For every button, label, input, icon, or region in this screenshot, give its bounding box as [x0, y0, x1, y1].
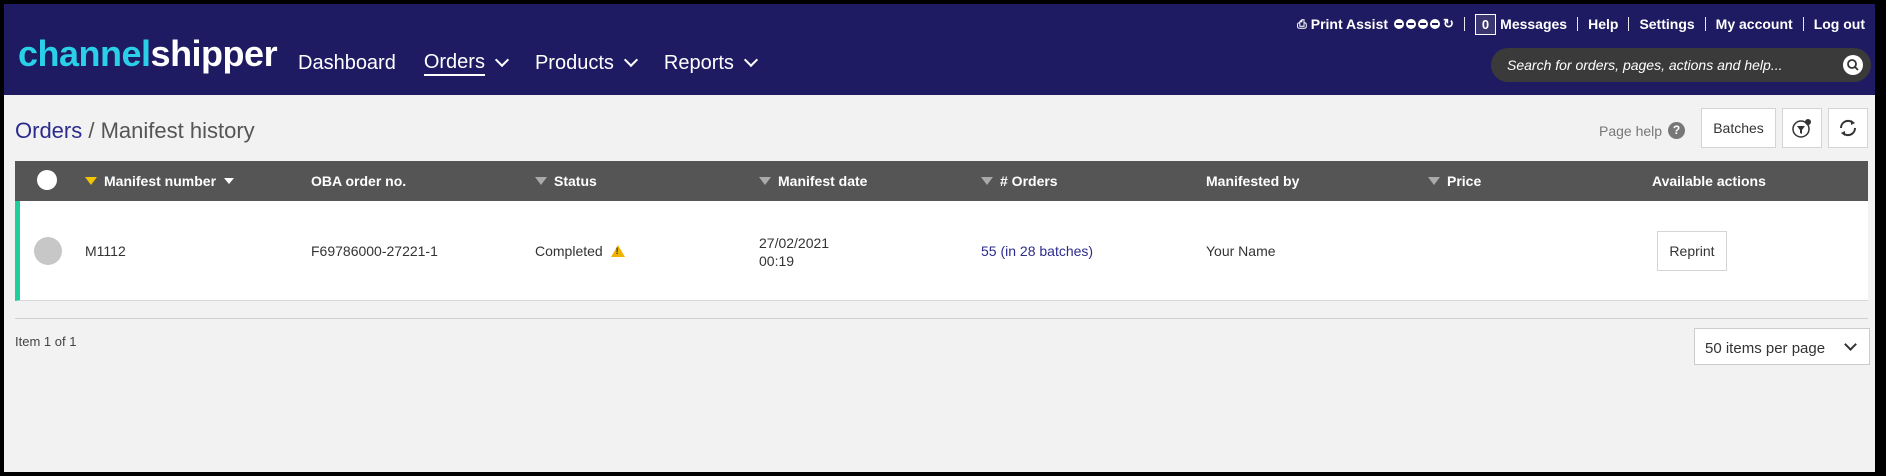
manifested-by: Your Name: [1206, 243, 1276, 259]
orders-count: 55 (in 28 batches): [981, 243, 1093, 259]
filter-icon[interactable]: [981, 177, 993, 185]
nav-reports-label: Reports: [663, 52, 734, 74]
reprint-button[interactable]: Reprint: [1657, 231, 1727, 271]
settings-link[interactable]: Settings: [1639, 16, 1694, 32]
filter-icon[interactable]: [1428, 177, 1440, 185]
chevron-down-icon: [494, 52, 510, 68]
divider: [1577, 17, 1579, 31]
column-label: Manifest date: [778, 173, 868, 189]
column-label: Price: [1447, 173, 1482, 189]
channelshipper-logo[interactable]: channelshipper: [18, 33, 278, 74]
refresh-button[interactable]: [1828, 108, 1868, 148]
column-label: Manifest number: [104, 173, 217, 189]
orders-count-text: 55 (in: [981, 243, 1020, 259]
pagination-summary: Item 1 of 1: [15, 334, 77, 349]
column-manifested-by[interactable]: Manifested by: [1206, 173, 1299, 189]
filter-active-icon[interactable]: [85, 177, 97, 185]
logo-text-shipper: shipper: [150, 33, 278, 74]
column-status[interactable]: Status: [535, 173, 597, 189]
help-link[interactable]: Help: [1588, 16, 1618, 32]
status-dot-icon: [1406, 19, 1417, 29]
global-search[interactable]: Search for orders, pages, actions and he…: [1491, 48, 1871, 82]
print-assist-link[interactable]: Print Assist: [1311, 16, 1388, 32]
reprint-button-label: Reprint: [1669, 243, 1715, 259]
divider: [1704, 17, 1706, 31]
page-help[interactable]: Page help ?: [1599, 122, 1686, 139]
logo-text-channel: channel: [18, 33, 151, 74]
print-assist-status: [1394, 19, 1441, 29]
print-icon: ⎙: [1297, 16, 1307, 31]
nav-products[interactable]: Products: [534, 50, 638, 76]
status-dot-icon: [1430, 19, 1441, 29]
manifest-date-time: 00:19: [759, 253, 795, 269]
top-navigation-bar: channelshipper Dashboard Orders Products…: [4, 4, 1875, 95]
refresh-icon: [1839, 119, 1857, 137]
column-label: Manifested by: [1206, 173, 1300, 189]
oba-order-no: F69786000-27221-1: [311, 243, 438, 259]
row-select-checkbox[interactable]: [34, 237, 62, 265]
nav-orders-label: Orders: [423, 50, 485, 76]
breadcrumb-orders-link[interactable]: Orders: [15, 118, 82, 143]
column-label: # Orders: [1000, 173, 1058, 189]
question-mark-icon: ?: [1668, 122, 1686, 139]
filter-icon[interactable]: [535, 177, 547, 185]
chevron-down-icon: [743, 52, 759, 68]
main-nav: Dashboard Orders Products Reports: [298, 50, 784, 76]
divider: [1628, 17, 1630, 31]
divider: [15, 318, 1868, 319]
column-manifest-date[interactable]: Manifest date: [759, 173, 867, 189]
column-label: Status: [554, 173, 597, 189]
status-dot-icon: [1394, 19, 1405, 29]
orders-batches-link[interactable]: 28 batches: [1020, 243, 1089, 259]
table-row[interactable]: M1112 F69786000-27221-1 Completed 27/02/…: [15, 201, 1868, 301]
items-per-page-value: 50 items per page: [1705, 340, 1826, 357]
nav-products-label: Products: [534, 52, 614, 74]
manifest-date: 27/02/2021 00:19: [759, 234, 829, 270]
breadcrumb-separator: /: [82, 118, 101, 143]
filter-settings-button[interactable]: [1782, 108, 1822, 148]
select-all-checkbox[interactable]: [37, 170, 57, 190]
column-orders[interactable]: # Orders: [981, 173, 1058, 189]
nav-reports[interactable]: Reports: [663, 50, 759, 76]
column-oba-order-no[interactable]: OBA order no.: [311, 173, 406, 189]
search-input[interactable]: Search for orders, pages, actions and he…: [1507, 57, 1783, 73]
warning-icon[interactable]: [610, 245, 625, 257]
column-label: OBA order no.: [311, 173, 407, 189]
app-window: channelshipper Dashboard Orders Products…: [4, 4, 1875, 472]
messages-count-badge: 0: [1474, 13, 1497, 35]
status-cell: Completed: [535, 243, 625, 259]
batches-button[interactable]: Batches: [1701, 108, 1776, 148]
filter-icon[interactable]: [759, 177, 771, 185]
refresh-icon[interactable]: ↻: [1443, 16, 1454, 32]
nav-dashboard[interactable]: Dashboard: [298, 50, 396, 76]
my-account-link[interactable]: My account: [1716, 16, 1793, 32]
manifest-number: M1112: [85, 243, 126, 259]
column-label: Available actions: [1652, 173, 1766, 189]
chevron-down-icon: [623, 52, 638, 68]
utility-links: ⎙ Print Assist ↻ 0 Messages Help Setting…: [1297, 12, 1865, 36]
batches-button-label: Batches: [1713, 120, 1764, 136]
column-available-actions: Available actions: [1652, 173, 1766, 189]
items-per-page-select[interactable]: 50 items per page: [1694, 328, 1870, 365]
sort-desc-icon: [224, 178, 235, 184]
chevron-down-icon: [1844, 338, 1857, 351]
nav-orders[interactable]: Orders: [423, 50, 510, 76]
search-icon[interactable]: [1843, 55, 1863, 75]
nav-dashboard-label: Dashboard: [298, 52, 396, 74]
column-manifest-number[interactable]: Manifest number: [85, 173, 235, 189]
page-help-label: Page help: [1599, 122, 1663, 139]
table-header: Manifest number OBA order no. Status Man…: [15, 161, 1868, 201]
orders-count-close: ): [1088, 243, 1094, 259]
divider: [1463, 17, 1465, 31]
filter-gear-icon: [1792, 119, 1811, 138]
status-text: Completed: [535, 243, 603, 259]
column-price[interactable]: Price: [1428, 173, 1481, 189]
divider: [1802, 17, 1804, 31]
messages-link[interactable]: Messages: [1500, 16, 1567, 32]
page-title: Manifest history: [100, 118, 255, 143]
status-dot-icon: [1418, 19, 1429, 29]
manifest-date-day: 27/02/2021: [759, 235, 830, 251]
log-out-link[interactable]: Log out: [1814, 16, 1865, 32]
breadcrumb: Orders / Manifest history: [15, 118, 255, 144]
